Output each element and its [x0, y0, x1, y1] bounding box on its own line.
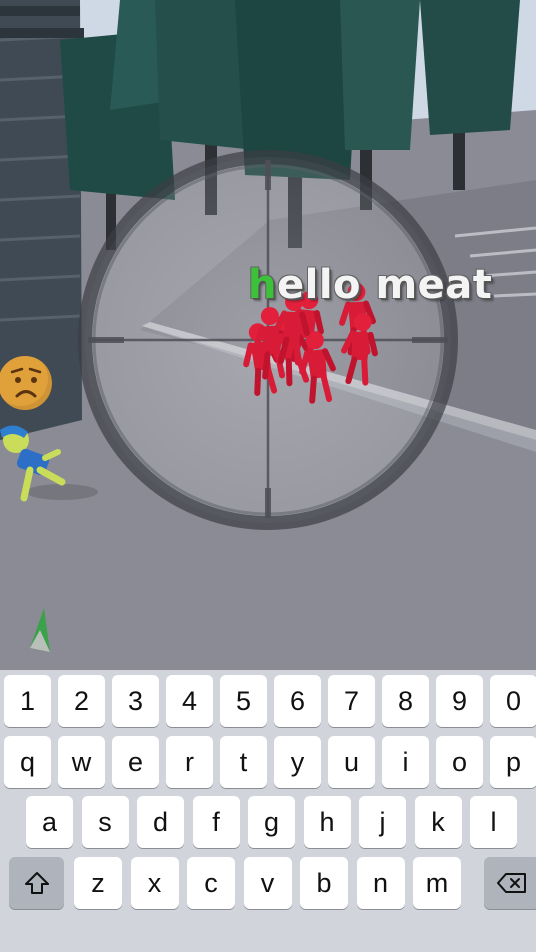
key-8[interactable]: 8 [382, 675, 429, 727]
key-o[interactable]: o [436, 736, 483, 788]
key-n[interactable]: n [356, 857, 405, 909]
key-f[interactable]: f [192, 796, 240, 848]
key-k[interactable]: k [414, 796, 462, 848]
key-z[interactable]: z [74, 857, 122, 909]
key-0[interactable]: 0 [490, 675, 536, 727]
key-d[interactable]: d [137, 796, 184, 848]
key-p[interactable]: p [490, 736, 536, 788]
key-h[interactable]: h [303, 796, 351, 848]
key-4[interactable]: 4 [166, 675, 213, 727]
key-3[interactable]: 3 [112, 675, 159, 727]
key-5[interactable]: 5 [220, 675, 267, 727]
backspace-key[interactable] [484, 857, 536, 909]
on-screen-keyboard: 1234567890 qwertyuiop asdfghjkl zxcvbnm [0, 670, 536, 952]
worried-face-icon [0, 356, 52, 410]
key-e[interactable]: e [112, 736, 159, 788]
key-g[interactable]: g [248, 796, 295, 848]
key-w[interactable]: w [58, 736, 105, 788]
typed-remaining-text: ello meat [276, 262, 493, 308]
typed-done-text: h [248, 262, 277, 308]
key-l[interactable]: l [470, 796, 517, 848]
key-a[interactable]: a [26, 796, 73, 848]
backspace-icon [497, 872, 527, 894]
shift-icon [24, 870, 50, 896]
key-1[interactable]: 1 [4, 675, 51, 727]
key-b[interactable]: b [300, 857, 348, 909]
key-c[interactable]: c [187, 857, 235, 909]
key-y[interactable]: y [274, 736, 321, 788]
shift-key[interactable] [9, 857, 64, 909]
key-i[interactable]: i [382, 736, 429, 788]
key-s[interactable]: s [81, 796, 129, 848]
key-t[interactable]: t [220, 736, 267, 788]
key-u[interactable]: u [328, 736, 375, 788]
key-7[interactable]: 7 [328, 675, 375, 727]
key-9[interactable]: 9 [436, 675, 483, 727]
game-world [0, 0, 536, 670]
key-v[interactable]: v [243, 857, 292, 909]
key-x[interactable]: x [130, 857, 179, 909]
key-r[interactable]: r [166, 736, 213, 788]
key-m[interactable]: m [413, 857, 461, 909]
key-j[interactable]: j [359, 796, 406, 848]
typed-word-label: hello meat [248, 262, 492, 308]
key-6[interactable]: 6 [274, 675, 321, 727]
key-q[interactable]: q [4, 736, 51, 788]
key-2[interactable]: 2 [58, 675, 105, 727]
game-scene[interactable]: hello meat [0, 0, 536, 670]
